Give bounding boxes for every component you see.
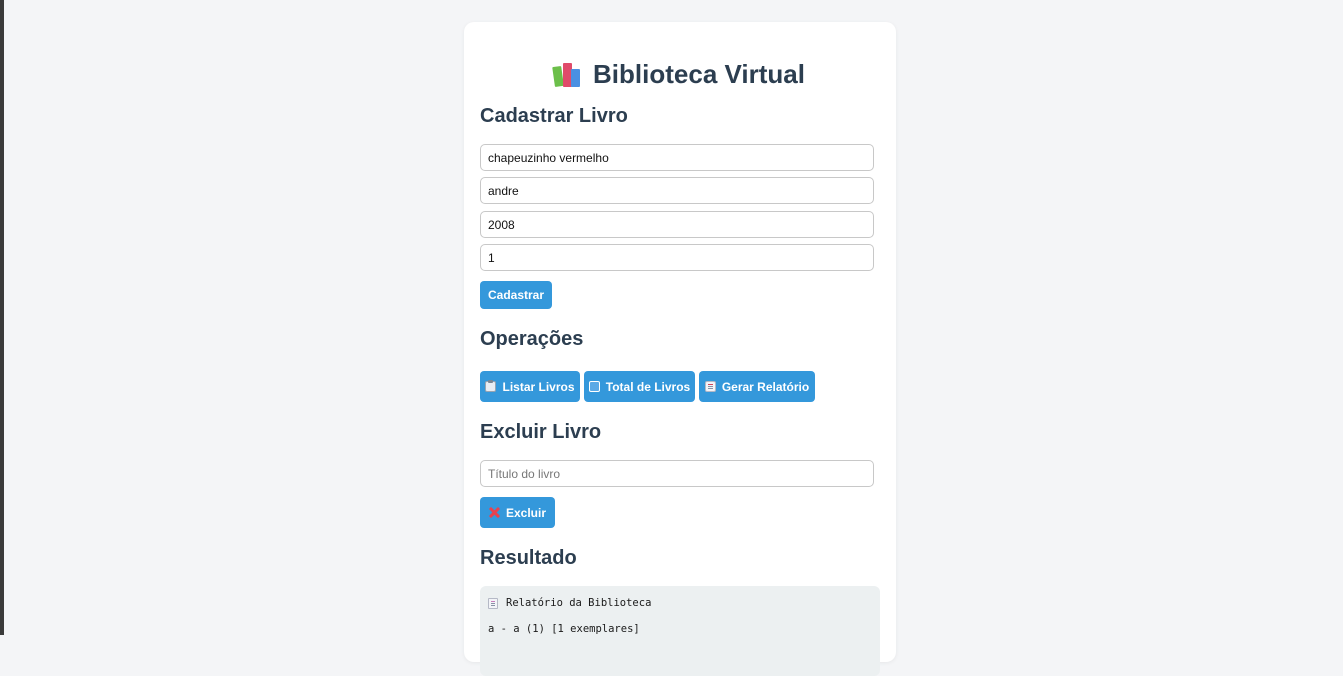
report-title-line: Relatório da Biblioteca: [488, 596, 872, 610]
library-card: Biblioteca Virtual Cadastrar Livro Cadas…: [464, 22, 896, 676]
delete-heading: Excluir Livro: [480, 421, 602, 443]
report-icon: [704, 381, 716, 392]
delete-title-input[interactable]: [480, 460, 874, 487]
register-heading: Cadastrar Livro: [480, 105, 628, 127]
total-books-label: Total de Livros: [605, 379, 691, 394]
app-title: Biblioteca Virtual: [593, 59, 805, 89]
report-entry: a - a (1) [1 exemplares]: [488, 623, 640, 635]
result-output: Relatório da Biblioteca a - a (1) [1 exe…: [480, 586, 880, 676]
report-title: Relatório da Biblioteca: [506, 597, 652, 609]
cross-mark-icon: [489, 507, 500, 518]
list-books-button[interactable]: Listar Livros: [480, 371, 580, 402]
memo-icon: [488, 597, 498, 609]
book-author-field[interactable]: [480, 177, 874, 204]
delete-button[interactable]: Excluir: [480, 497, 555, 528]
numbers-icon: [588, 381, 600, 392]
book-year-field[interactable]: [480, 211, 874, 238]
list-books-label: Listar Livros: [502, 379, 575, 394]
register-button[interactable]: Cadastrar: [480, 281, 552, 309]
result-heading: Resultado: [480, 547, 577, 569]
generate-report-label: Gerar Relatório: [721, 379, 810, 394]
operations-heading: Operações: [480, 328, 584, 350]
total-books-button[interactable]: Total de Livros: [584, 371, 695, 402]
book-copies-field[interactable]: [480, 244, 874, 271]
delete-button-label: Excluir: [505, 505, 547, 520]
generate-report-button[interactable]: Gerar Relatório: [699, 371, 815, 402]
clipboard-icon: [485, 380, 497, 392]
register-button-label: Cadastrar: [487, 288, 545, 302]
books-icon: [552, 61, 583, 87]
page-title: Biblioteca Virtual: [464, 58, 896, 90]
browser-viewport: Biblioteca Virtual Cadastrar Livro Cadas…: [0, 0, 1343, 676]
book-title-field[interactable]: [480, 144, 874, 171]
